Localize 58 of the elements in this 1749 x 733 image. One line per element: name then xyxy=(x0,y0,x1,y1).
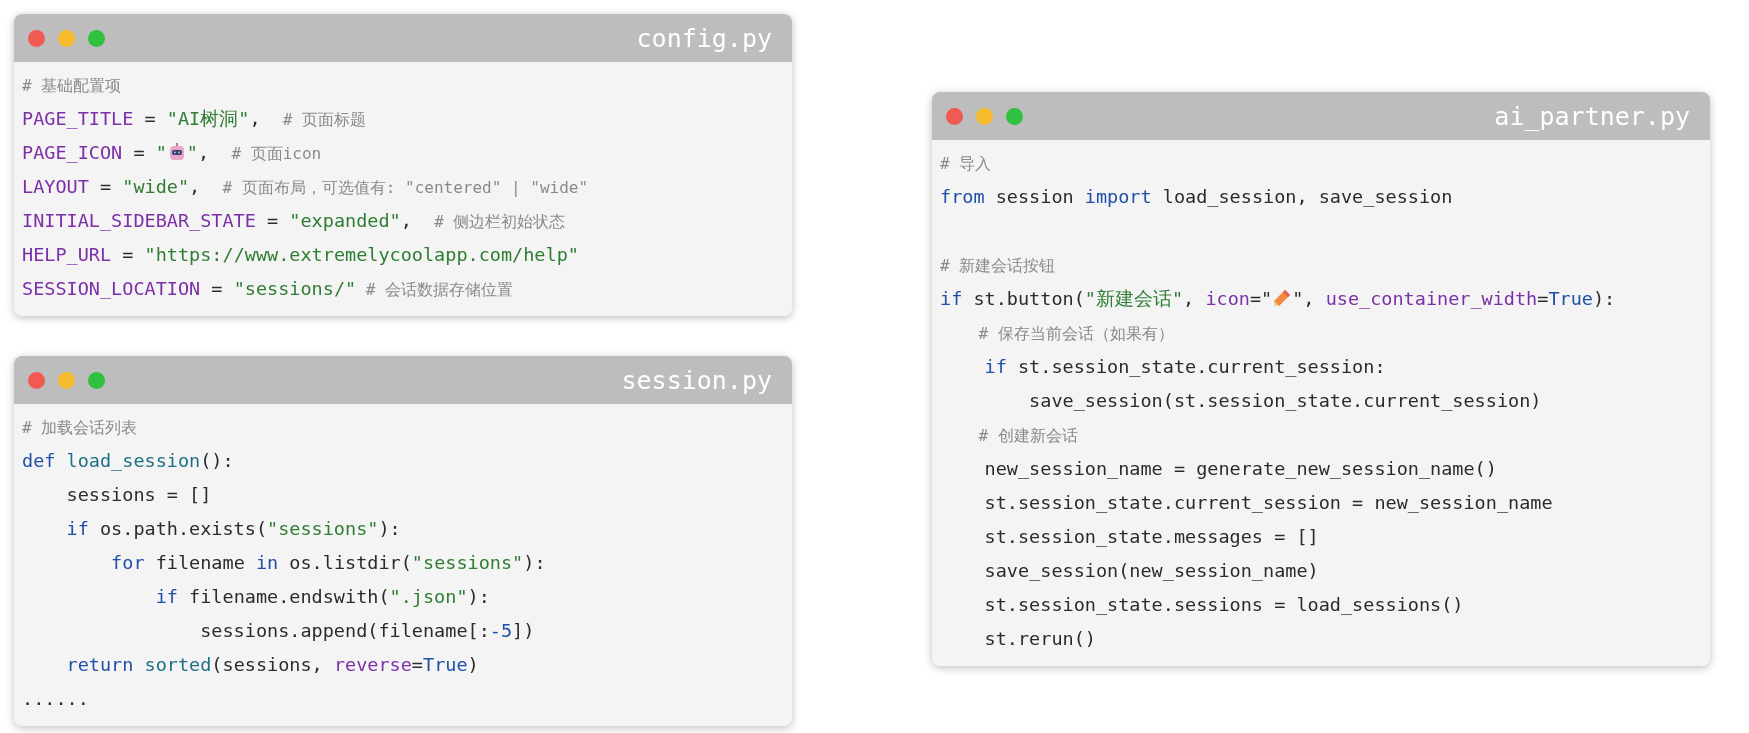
code-line: return sorted(sessions, reverse=True) xyxy=(65,653,480,677)
minimize-icon[interactable] xyxy=(58,371,75,389)
code-line: # 创建新会话 xyxy=(977,425,1079,447)
code-line: save_session(new_session_name) xyxy=(983,559,1320,583)
code-line: # 保存当前会话（如果有） xyxy=(977,323,1175,345)
close-icon[interactable] xyxy=(28,371,45,389)
file-name: session.py xyxy=(621,365,772,395)
code-text: True xyxy=(1548,288,1593,309)
code-line: if filename.endswith(".json"): xyxy=(154,585,491,609)
maximize-icon[interactable] xyxy=(88,29,105,47)
code-line: HELP_URL = "https://www.extremelycoolapp.com/help" xyxy=(22,243,580,267)
code-line: if os.path.exists("sessions"): xyxy=(65,517,402,541)
code-line: st.session_state.current_session = new_session_name xyxy=(983,491,1554,515)
code-line: from session import load_session, save_session xyxy=(940,185,1454,209)
pencil-icon xyxy=(1272,288,1293,308)
code-text: " xyxy=(186,142,198,163)
code-line: # 加载会话列表 xyxy=(22,417,139,439)
code-text: "新建会话" xyxy=(1084,288,1184,309)
maximize-icon[interactable] xyxy=(88,371,105,389)
code-line: LAYOUT = "wide", # 页面布局，可选值有: "centered" | "wide" xyxy=(22,175,590,199)
maximize-icon[interactable] xyxy=(1006,107,1023,125)
code-text: = xyxy=(1537,288,1549,309)
file-name: config.py xyxy=(636,23,772,53)
code-line: ...... xyxy=(22,687,90,711)
file-name: ai_partner.py xyxy=(1494,101,1690,131)
code-text: if xyxy=(940,288,963,309)
code-text: , xyxy=(1183,288,1196,309)
code-text: ", xyxy=(1292,288,1316,309)
code-line: INITIAL_SIDEBAR_STATE = "expanded", # 侧边栏初始状态 xyxy=(22,209,567,233)
code-line: save_session(st.session_state.current_session) xyxy=(1028,389,1543,413)
code-line: for filename in os.listdir("sessions"): xyxy=(110,551,547,575)
minimize-icon[interactable] xyxy=(58,29,75,47)
code-line: st.session_state.sessions = load_sessions() xyxy=(983,593,1465,617)
close-icon[interactable] xyxy=(946,107,963,125)
code-line: def load_session(): xyxy=(22,449,235,473)
code-text: = xyxy=(132,142,146,163)
code-line: new_session_name = generate_new_session_name() xyxy=(983,457,1498,481)
code-text: use_container_width xyxy=(1325,288,1538,309)
code-text: , xyxy=(197,142,211,163)
code-line: st.session_state.messages = [] xyxy=(983,525,1320,549)
code-text: icon xyxy=(1205,288,1250,309)
code-text: " xyxy=(155,142,167,163)
code-line: SESSION_LOCATION = "sessions/" # 会话数据存储位置 xyxy=(22,277,515,301)
code-text: ): xyxy=(1592,288,1616,309)
code-line: sessions = [] xyxy=(65,483,213,507)
code-line: PAGE_TITLE = "AI树洞", # 页面标题 xyxy=(22,107,368,131)
code-line: sessions.append(filename[:-5]) xyxy=(199,619,536,643)
code-text: PAGE_ICON xyxy=(22,142,123,163)
code-text: st.button( xyxy=(972,288,1085,309)
code-line: st.rerun() xyxy=(983,627,1097,651)
code-text: # 页面icon xyxy=(231,144,322,163)
close-icon[interactable] xyxy=(28,29,45,47)
code-line: # 基础配置项 xyxy=(22,75,123,97)
code-text: =" xyxy=(1249,288,1273,309)
minimize-icon[interactable] xyxy=(976,107,993,125)
code-line: # 导入 xyxy=(940,153,993,175)
code-line: if st.session_state.current_session: xyxy=(983,355,1387,379)
code-line: # 新建会话按钮 xyxy=(940,255,1057,277)
